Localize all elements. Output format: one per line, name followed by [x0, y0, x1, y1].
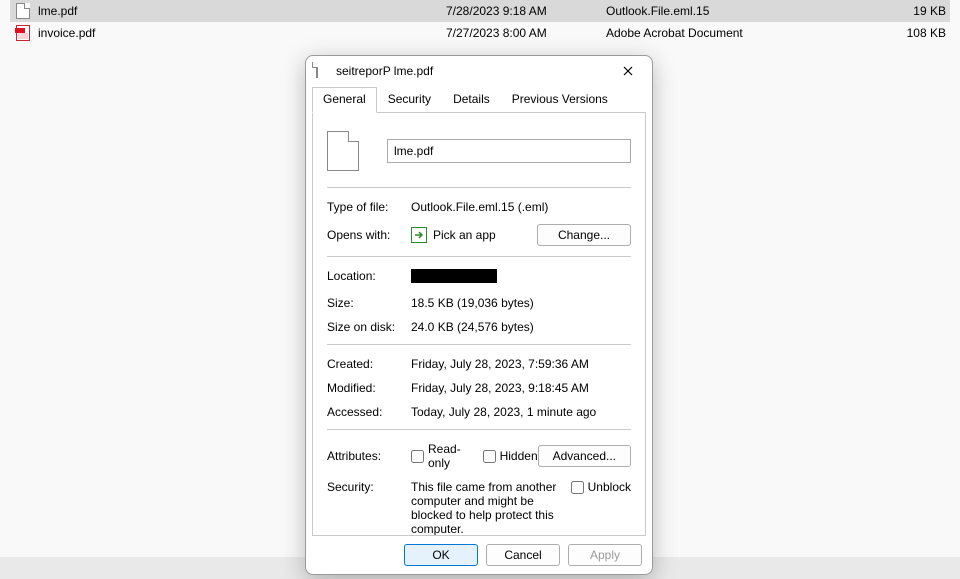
separator [327, 344, 631, 345]
tab-details[interactable]: Details [442, 87, 501, 113]
tab-security[interactable]: Security [377, 87, 442, 113]
label-type-of-file: Type of file: [327, 200, 411, 214]
pdf-icon [14, 24, 32, 42]
label-location: Location: [327, 269, 411, 283]
checkbox-read-only-input[interactable] [411, 450, 424, 463]
titlebar[interactable]: seitreporP lme.pdf [306, 56, 652, 86]
value-size: 18.5 KB (19,036 bytes) [411, 296, 631, 310]
separator [327, 429, 631, 430]
filetype-icon [327, 131, 359, 171]
change-button[interactable]: Change... [537, 224, 631, 246]
checkbox-unblock-input[interactable] [571, 481, 584, 494]
value-type-of-file: Outlook.File.eml.15 (.eml) [411, 200, 631, 214]
checkbox-hidden[interactable]: Hidden [483, 449, 538, 463]
checkbox-unblock-label: Unblock [588, 480, 631, 494]
dialog-footer: OK Cancel Apply [306, 536, 652, 574]
file-size: 19 KB [886, 4, 946, 18]
file-name: lme.pdf [38, 4, 446, 18]
label-accessed: Accessed: [327, 405, 411, 419]
file-type: Outlook.File.eml.15 [606, 4, 886, 18]
file-row[interactable]: invoice.pdf 7/27/2023 8:00 AM Adobe Acro… [10, 22, 950, 44]
checkbox-read-only-label: Read-only [428, 442, 469, 470]
file-list: lme.pdf 7/28/2023 9:18 AM Outlook.File.e… [10, 0, 950, 44]
file-row[interactable]: lme.pdf 7/28/2023 9:18 AM Outlook.File.e… [10, 0, 950, 22]
checkbox-read-only[interactable]: Read-only [411, 442, 469, 470]
file-name: invoice.pdf [38, 26, 446, 40]
tab-general-panel: Type of file: Outlook.File.eml.15 (.eml)… [312, 112, 646, 536]
file-icon [14, 2, 32, 20]
close-button[interactable] [612, 59, 644, 83]
value-location-redacted [411, 269, 497, 283]
arrow-icon [411, 227, 427, 243]
label-created: Created: [327, 357, 411, 371]
file-icon [316, 63, 330, 79]
value-size-on-disk: 24.0 KB (24,576 bytes) [411, 320, 631, 334]
checkbox-unblock[interactable]: Unblock [571, 480, 631, 494]
separator [327, 187, 631, 188]
label-modified: Modified: [327, 381, 411, 395]
apply-button[interactable]: Apply [568, 544, 642, 566]
separator [327, 256, 631, 257]
label-security: Security: [327, 480, 411, 494]
label-attributes: Attributes: [327, 449, 411, 463]
value-opens-with: Pick an app [433, 228, 496, 242]
value-security-text: This file came from another computer and… [411, 480, 561, 536]
dialog-title: seitreporP lme.pdf [336, 64, 612, 78]
value-modified: Friday, July 28, 2023, 9:18:45 AM [411, 381, 631, 395]
tab-general[interactable]: General [312, 87, 377, 113]
cancel-button[interactable]: Cancel [486, 544, 560, 566]
tabs: General Security Details Previous Versio… [306, 86, 652, 112]
filename-input[interactable] [387, 139, 631, 163]
label-opens-with: Opens with: [327, 228, 411, 242]
file-size: 108 KB [886, 26, 946, 40]
tab-previous-versions[interactable]: Previous Versions [501, 87, 619, 113]
checkbox-hidden-label: Hidden [500, 449, 538, 463]
value-accessed: Today, July 28, 2023, 1 minute ago [411, 405, 631, 419]
file-type: Adobe Acrobat Document [606, 26, 886, 40]
properties-dialog: seitreporP lme.pdf General Security Deta… [305, 55, 653, 575]
value-created: Friday, July 28, 2023, 7:59:36 AM [411, 357, 631, 371]
label-size: Size: [327, 296, 411, 310]
checkbox-hidden-input[interactable] [483, 450, 496, 463]
label-size-on-disk: Size on disk: [327, 320, 411, 334]
file-date: 7/27/2023 8:00 AM [446, 26, 606, 40]
file-date: 7/28/2023 9:18 AM [446, 4, 606, 18]
advanced-button[interactable]: Advanced... [538, 445, 631, 467]
ok-button[interactable]: OK [404, 544, 478, 566]
